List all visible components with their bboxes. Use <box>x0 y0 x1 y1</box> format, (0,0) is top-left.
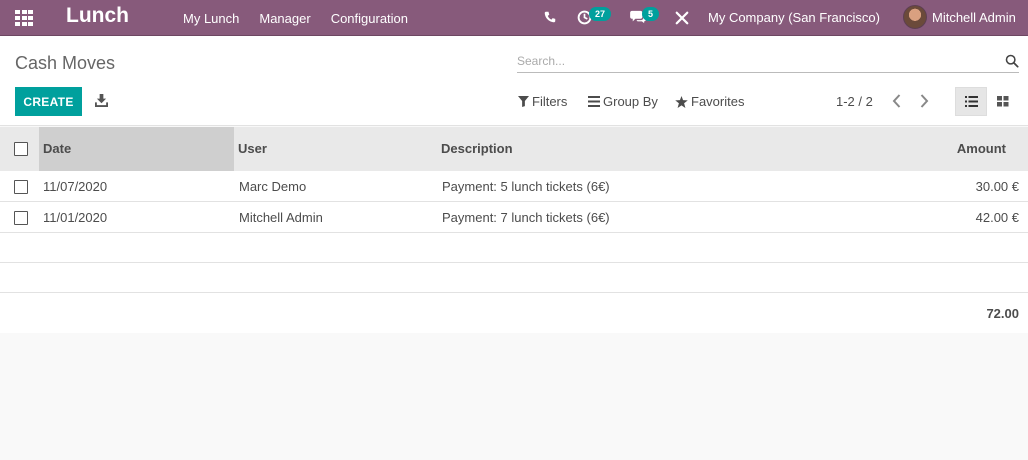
column-header-date-label: Date <box>43 141 72 156</box>
filters-button[interactable]: Filters <box>518 94 567 109</box>
cell-date: 11/01/2020 <box>43 210 108 225</box>
column-header-date[interactable]: Date <box>39 127 234 171</box>
list-icon <box>964 96 978 107</box>
column-header-description[interactable]: Description <box>441 127 513 171</box>
funnel-icon <box>518 96 529 107</box>
column-header-amount-label: Amount <box>956 141 1006 156</box>
search-bar <box>517 50 1019 73</box>
menu-configuration[interactable]: Configuration <box>331 11 408 26</box>
chevron-right-icon[interactable] <box>917 93 931 109</box>
tools-icon[interactable] <box>675 11 689 25</box>
column-header-user-label: User <box>238 141 267 156</box>
kanban-view-button[interactable] <box>987 87 1019 116</box>
cell-user: Marc Demo <box>239 179 307 194</box>
messages-count-badge: 5 <box>642 7 660 21</box>
amount-total: 72.00 <box>986 306 1019 321</box>
cell-user: Mitchell Admin <box>239 210 323 225</box>
filters-label: Filters <box>532 94 568 109</box>
cell-date: 11/07/2020 <box>43 179 108 194</box>
bars-icon <box>588 96 600 107</box>
phone-icon[interactable] <box>544 11 556 23</box>
table-header: Date User Description Amount <box>0 127 1028 171</box>
row-checkbox[interactable] <box>14 180 28 194</box>
activity-count-badge: 27 <box>589 7 612 21</box>
column-header-amount[interactable]: Amount <box>957 127 1006 171</box>
list-view: Date User Description Amount 11/07/2020 … <box>0 127 1028 333</box>
control-panel: Cash Moves CREATE Filters Group By Favor… <box>0 36 1028 126</box>
row-checkbox[interactable] <box>14 211 28 225</box>
cell-amount: 42.00 € <box>975 210 1019 225</box>
cell-amount: 30.00 € <box>975 179 1019 194</box>
column-header-user[interactable]: User <box>238 127 267 171</box>
chevron-left-icon[interactable] <box>890 93 904 109</box>
search-icon[interactable] <box>1005 54 1019 68</box>
main-navbar: Lunch My Lunch Manager Configuration 27 … <box>0 0 1028 36</box>
table-footer: 72.00 <box>0 294 1028 333</box>
column-header-description-label: Description <box>441 141 513 156</box>
apps-grid-icon[interactable] <box>15 10 33 26</box>
select-all-checkbox[interactable] <box>14 142 28 156</box>
empty-row <box>0 263 1028 293</box>
user-menu[interactable]: Mitchell Admin <box>932 10 1016 25</box>
table-row[interactable]: 11/01/2020 Mitchell Admin Payment: 7 lun… <box>0 202 1028 233</box>
menu-manager[interactable]: Manager <box>259 11 310 26</box>
star-icon <box>675 95 688 108</box>
group-by-label: Group By <box>603 94 658 109</box>
search-input[interactable] <box>517 52 997 70</box>
pager-value[interactable]: 1-2 / 2 <box>836 94 873 109</box>
empty-row <box>0 233 1028 263</box>
table-row[interactable]: 11/07/2020 Marc Demo Payment: 5 lunch ti… <box>0 171 1028 202</box>
kanban-icon <box>997 96 1009 107</box>
company-switcher[interactable]: My Company (San Francisco) <box>708 10 880 25</box>
group-by-button[interactable]: Group By <box>588 94 658 109</box>
download-icon[interactable] <box>95 94 108 107</box>
cell-description: Payment: 5 lunch tickets (6€) <box>442 179 610 194</box>
app-brand[interactable]: Lunch <box>66 4 129 28</box>
breadcrumb: Cash Moves <box>15 53 116 73</box>
menu-my-lunch[interactable]: My Lunch <box>183 11 239 26</box>
favorites-button[interactable]: Favorites <box>675 94 744 109</box>
create-button[interactable]: CREATE <box>15 87 82 116</box>
cell-description: Payment: 7 lunch tickets (6€) <box>442 210 610 225</box>
favorites-label: Favorites <box>691 94 745 109</box>
app-menu: My Lunch Manager Configuration <box>183 0 428 36</box>
user-avatar[interactable] <box>903 5 927 29</box>
list-view-button[interactable] <box>955 87 987 116</box>
